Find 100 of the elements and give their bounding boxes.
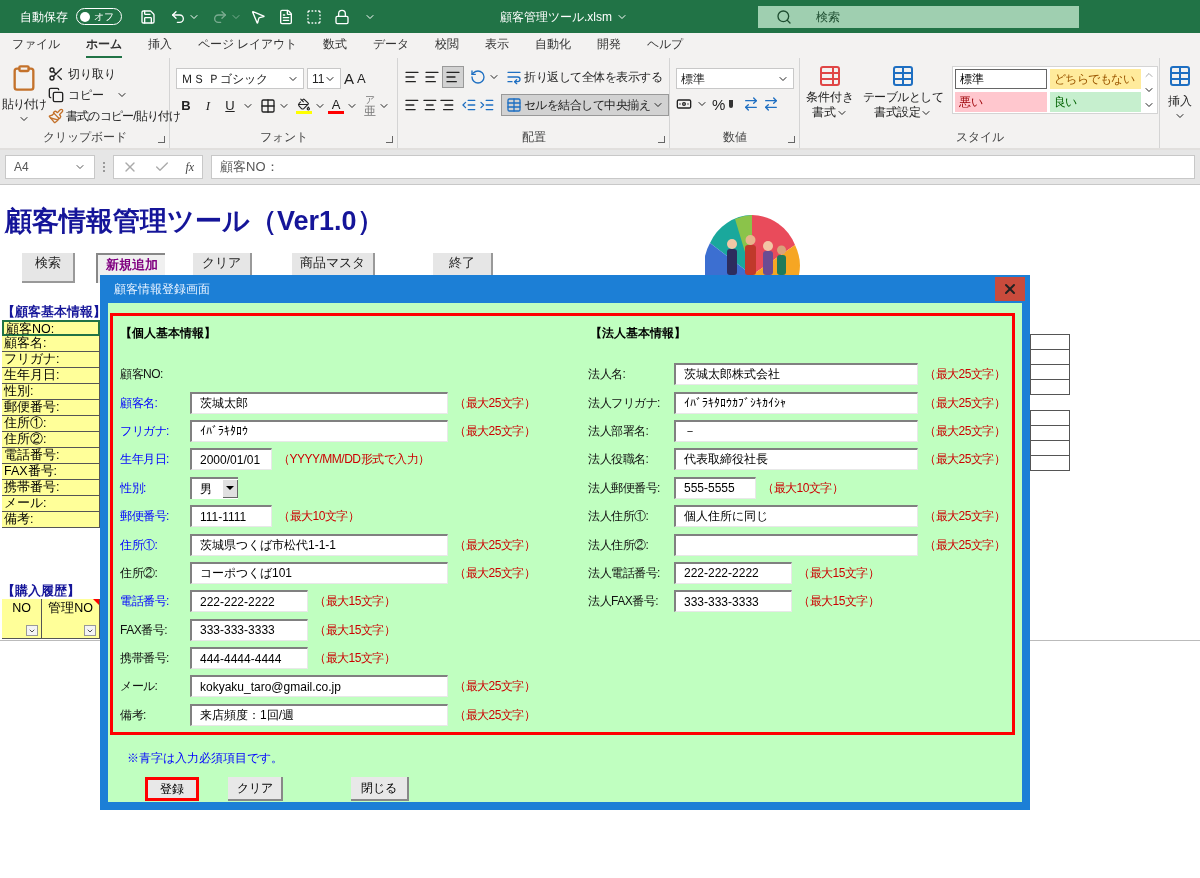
filter-button[interactable] — [26, 625, 38, 636]
sheet-cell[interactable]: 住所①: — [2, 416, 100, 432]
underline-button[interactable]: U — [220, 96, 240, 116]
sheet-cell[interactable]: 備考: — [2, 512, 100, 528]
input-field[interactable]: － — [674, 419, 918, 442]
currency-icon[interactable] — [676, 96, 692, 112]
formula-field[interactable]: 顧客NO： — [211, 155, 1195, 179]
orientation-icon[interactable] — [470, 69, 486, 85]
input-field[interactable]: kokyaku_taro@gmail.co.jp — [190, 675, 448, 698]
sheet-cell[interactable]: 電話番号: — [2, 448, 100, 464]
sheet-cell[interactable]: 携帯番号: — [2, 480, 100, 496]
sheet-cell[interactable]: 顧客NO: — [2, 320, 100, 336]
align-top-icon[interactable] — [404, 69, 420, 85]
dialog-button[interactable]: クリア — [228, 777, 283, 802]
undo-icon[interactable] — [170, 8, 186, 25]
ribbon-tab[interactable]: 数式 — [323, 35, 348, 58]
font-size-dropdown[interactable]: 11 — [307, 68, 341, 89]
sheet-cell[interactable] — [1030, 455, 1070, 471]
format-painter-button[interactable]: 書式のコピー/貼り付け — [48, 106, 181, 125]
input-field[interactable]: 333-333-3333 — [674, 590, 792, 613]
font-name-dropdown[interactable]: ＭＳ Ｐゴシック — [176, 68, 304, 89]
cell-style[interactable]: 悪い — [955, 92, 1047, 112]
insert-function-button[interactable]: fx — [185, 158, 195, 176]
dialog-launcher-icon[interactable] — [386, 136, 393, 143]
align-right-icon[interactable] — [439, 97, 456, 113]
insert-button[interactable]: 挿入 — [1168, 64, 1192, 148]
input-field[interactable]: 333-333-3333 — [190, 618, 308, 641]
comma-style-icon[interactable] — [729, 100, 734, 108]
file-name[interactable]: 顧客管理ツール.xlsm — [500, 7, 628, 26]
align-center-icon[interactable] — [421, 97, 438, 113]
input-field[interactable]: 222-222-2222 — [190, 590, 308, 613]
document-icon[interactable] — [278, 8, 294, 25]
sheet-cell[interactable]: 住所②: — [2, 432, 100, 448]
percent-button[interactable]: % — [712, 96, 726, 112]
input-field[interactable]: 代表取締役社長 — [674, 448, 918, 471]
dialog-button[interactable]: 閉じる — [351, 777, 409, 802]
align-middle-icon[interactable] — [424, 69, 440, 85]
merge-center-button[interactable]: セルを結合して中央揃え — [500, 94, 669, 116]
shrink-font-button[interactable]: A — [357, 72, 366, 85]
input-field[interactable]: 222-222-2222 — [674, 561, 792, 584]
pointer-icon[interactable] — [250, 8, 266, 25]
cell-style[interactable]: どちらでもない — [1049, 69, 1141, 89]
input-field[interactable] — [674, 533, 918, 556]
increase-decimal-icon[interactable] — [743, 96, 760, 112]
input-field[interactable]: 2000/01/01 — [190, 448, 272, 471]
sheet-cell[interactable]: メール: — [2, 496, 100, 512]
input-field[interactable]: 茨城県つくば市松代1-1-1 — [190, 533, 448, 556]
phonetic-button[interactable]: ア 亜 — [364, 95, 376, 117]
font-color-button[interactable]: A — [328, 98, 344, 114]
input-field[interactable]: コーポつくば101 — [190, 561, 448, 584]
input-field[interactable]: 個人住所に同じ — [674, 505, 918, 528]
number-format-dropdown[interactable]: 標準 — [676, 68, 794, 89]
filter-button[interactable] — [84, 625, 96, 636]
sheet-cell[interactable]: フリガナ: — [2, 352, 100, 368]
ribbon-tab[interactable]: データ — [373, 35, 410, 58]
align-left-icon[interactable] — [404, 97, 420, 113]
ribbon-tab[interactable]: 挿入 — [148, 35, 172, 58]
increase-indent-icon[interactable] — [478, 97, 495, 113]
grow-font-button[interactable]: A — [344, 71, 354, 86]
lock-icon[interactable] — [334, 8, 350, 25]
sheet-button[interactable]: 検索 — [22, 253, 75, 283]
align-bottom-button[interactable] — [442, 66, 464, 88]
frame-icon[interactable] — [306, 8, 322, 25]
decrease-decimal-icon[interactable] — [763, 96, 780, 112]
input-field[interactable]: 111-1111 — [190, 505, 272, 528]
save-icon[interactable] — [140, 8, 156, 25]
input-field[interactable]: 茨城太郎 — [190, 391, 448, 414]
sheet-cell[interactable]: FAX番号: — [2, 464, 100, 480]
format-as-table-button[interactable]: テーブルとして 書式設定 — [858, 64, 948, 148]
wrap-text-button[interactable]: 折り返して全体を表示する — [506, 68, 662, 86]
search-field[interactable]: 検索 — [758, 5, 1079, 28]
ribbon-tab[interactable]: 自動化 — [535, 35, 572, 58]
fill-color-icon[interactable] — [296, 98, 312, 114]
ribbon-tab[interactable]: 開発 — [597, 35, 622, 58]
name-box[interactable]: A4 — [5, 155, 95, 179]
close-button[interactable] — [995, 277, 1025, 301]
dialog-launcher-icon[interactable] — [788, 136, 795, 143]
ribbon-tab[interactable]: ヘルプ — [647, 35, 684, 58]
input-field[interactable]: 555-5555 — [674, 476, 756, 499]
dialog-launcher-icon[interactable] — [158, 136, 165, 143]
italic-button[interactable]: I — [198, 96, 218, 116]
sheet-cell[interactable] — [1030, 379, 1070, 395]
input-field[interactable]: 茨城太郎株式会社 — [674, 363, 918, 386]
input-field[interactable]: 444-4444-4444 — [190, 647, 308, 670]
decrease-indent-icon[interactable] — [461, 97, 477, 113]
input-field[interactable]: 来店頻度：1回/週 — [190, 703, 448, 726]
ribbon-tab[interactable]: ページ レイアウト — [198, 35, 298, 58]
ribbon-tab[interactable]: 校閲 — [435, 35, 460, 58]
ribbon-tab[interactable]: 表示 — [485, 35, 510, 58]
dialog-button[interactable]: 登録 — [145, 777, 199, 802]
sheet-cell[interactable]: 郵便番号: — [2, 400, 100, 416]
gender-dropdown[interactable]: 男 — [190, 476, 238, 499]
dialog-launcher-icon[interactable] — [658, 136, 665, 143]
ribbon-tab[interactable]: ファイル — [12, 35, 60, 58]
borders-icon[interactable] — [260, 98, 276, 114]
input-field[interactable]: ｲﾊﾞﾗｷﾀﾛｳｶﾌﾞｼｷｶｲｼｬ — [674, 391, 918, 414]
input-field[interactable]: ｲﾊﾞﾗｷﾀﾛｳ — [190, 419, 448, 442]
cell-style[interactable]: 標準 — [955, 69, 1047, 89]
cell-style[interactable]: 良い — [1049, 92, 1141, 112]
sheet-cell[interactable]: 顧客名: — [2, 336, 100, 352]
